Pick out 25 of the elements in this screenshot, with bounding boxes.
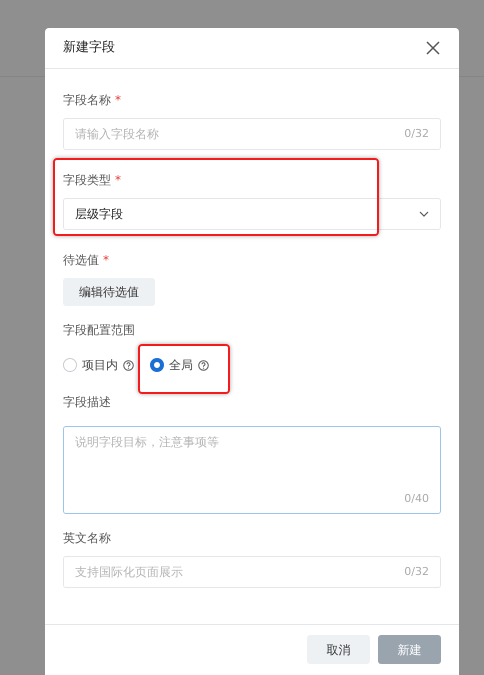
cancel-button[interactable]: 取消 xyxy=(307,635,370,664)
char-counter: 0/32 xyxy=(404,564,429,580)
select-value: 层级字段 xyxy=(75,206,124,223)
dialog-title: 新建字段 xyxy=(63,39,115,58)
radio-label: 全局 xyxy=(169,357,193,374)
radio-label: 项目内 xyxy=(82,357,118,374)
field-label: 字段名称 xyxy=(63,93,111,107)
char-counter: 0/32 xyxy=(404,126,429,142)
chevron-down-icon xyxy=(419,211,429,217)
radio-button[interactable] xyxy=(150,358,164,372)
char-counter: 0/40 xyxy=(404,490,429,506)
field-label: 字段类型 xyxy=(63,173,111,187)
required-mark: * xyxy=(115,173,121,187)
textarea-field[interactable]: 说明字段目标，注意事项等 xyxy=(75,433,429,490)
field-label: 英文名称 xyxy=(63,531,111,545)
close-icon[interactable] xyxy=(425,40,441,56)
help-icon[interactable] xyxy=(198,360,209,370)
field-label: 字段配置范围 xyxy=(63,323,135,337)
field-label: 字段描述 xyxy=(63,395,111,409)
required-mark: * xyxy=(115,93,121,107)
required-mark: * xyxy=(103,253,109,267)
help-icon[interactable] xyxy=(123,360,134,370)
field-label: 待选值 xyxy=(63,253,99,267)
select-field[interactable]: 层级字段 xyxy=(63,198,441,230)
edit-values-button[interactable]: 编辑待选值 xyxy=(63,278,155,306)
